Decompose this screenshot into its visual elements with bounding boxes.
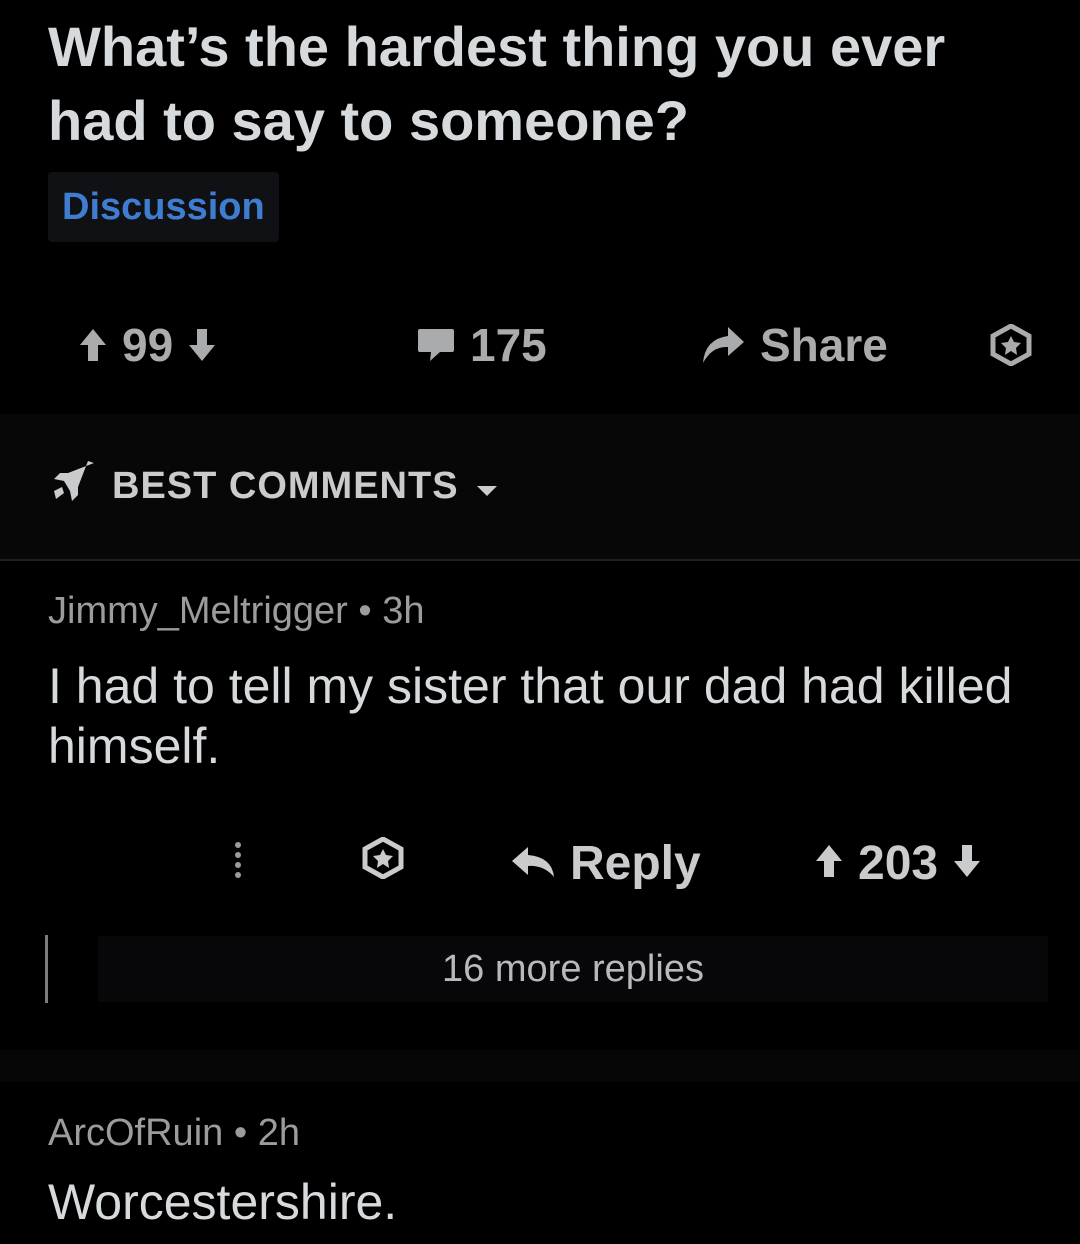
speech-bubble-icon [416,326,456,364]
post-vote-count: 99 [122,319,174,371]
vertical-dots-icon [226,836,250,891]
comment-time: 2h [257,1112,300,1154]
comment-divider [0,1050,1080,1082]
award-badge-icon [990,324,1032,366]
comment-more-button[interactable] [226,830,250,896]
chevron-down-icon [475,465,499,508]
rocket-icon [50,461,96,511]
comment-body: Worcestershire. [48,1174,398,1230]
arrow-down-icon[interactable] [952,836,982,891]
comment-award-button[interactable] [362,830,404,896]
post-flair[interactable]: Discussion [48,172,279,242]
comment-meta: Jimmy_Meltrigger • 3h [48,590,425,633]
post-actions-bar: 99 175 Share [0,300,1080,390]
post-vote-group: 99 [78,300,217,390]
comment-vote-group: 203 [814,830,982,896]
post-title: What’s the hardest thing you ever had to… [48,15,946,152]
comment-author[interactable]: ArcOfRuin [48,1112,223,1154]
comment-meta: ArcOfRuin • 2h [48,1112,300,1155]
arrow-up-icon[interactable] [814,836,844,891]
share-arrow-icon [700,325,746,365]
comment-time: 3h [382,590,425,632]
more-replies-button[interactable]: 16 more replies [98,936,1048,1002]
post-award-button[interactable] [990,300,1032,390]
comment-reply-button[interactable]: Reply [510,830,701,896]
sort-dropdown[interactable]: BEST COMMENTS [50,456,499,516]
comment-vote-count: 203 [858,836,939,890]
award-badge-icon [362,835,404,891]
reply-arrow-icon [510,836,556,891]
share-label: Share [760,319,888,371]
flair-label: Discussion [62,185,265,228]
comment-author[interactable]: Jimmy_Meltrigger [48,590,348,632]
sort-label: BEST COMMENTS [112,464,459,507]
thread-line[interactable] [45,935,48,1003]
comment-actions-bar: Reply 203 [0,830,1080,896]
meta-separator-dot: • [233,1112,258,1154]
meta-separator-dot: • [358,590,383,632]
arrow-up-icon[interactable] [78,327,108,363]
post-share-button[interactable]: Share [700,300,888,390]
post-comments-button[interactable]: 175 [416,300,547,390]
post-comment-count: 175 [470,319,547,371]
comment-body: I had to tell my sister that our dad had… [48,658,1013,774]
more-replies-label: 16 more replies [442,947,704,990]
reply-label: Reply [570,836,701,890]
arrow-down-icon[interactable] [187,327,217,363]
